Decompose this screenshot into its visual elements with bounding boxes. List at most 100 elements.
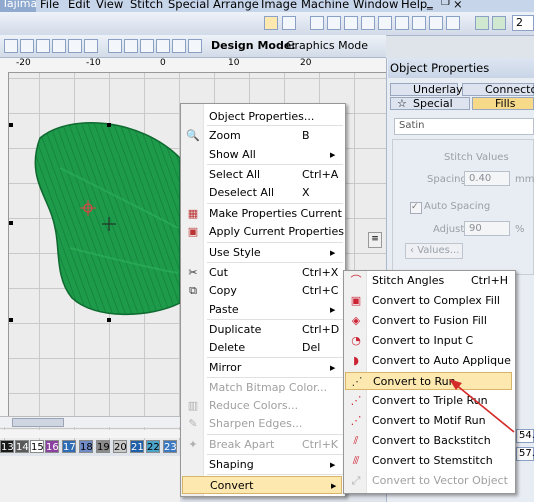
menu-help[interactable]: Help [401, 0, 427, 11]
object-properties-menu-item[interactable]: Object Properties... [182, 108, 342, 126]
delete-menu-item[interactable]: Delete Del [182, 339, 342, 357]
tool-icon[interactable] [446, 16, 460, 30]
adjust-unit: % [515, 224, 525, 235]
restore-icon[interactable]: ❐ [441, 0, 450, 8]
tab-connector[interactable]: Connector [462, 83, 534, 96]
show-all-menu-item[interactable]: Show All ▶ [182, 146, 342, 164]
auto-spacing-checkbox[interactable]: ✓ [410, 202, 422, 214]
color-chip[interactable]: 15 [30, 440, 44, 453]
color-chip[interactable]: 17 [62, 440, 76, 453]
menu-separator [207, 262, 343, 263]
convert-to-auto-applique-menu-item[interactable]: ◗ Convert to Auto Applique [345, 352, 512, 370]
complex-fill-icon: ▣ [350, 294, 362, 307]
duplicate-menu-item[interactable]: Duplicate Ctrl+D [182, 321, 342, 339]
menu-item-label: Convert to Vector Object [372, 474, 508, 487]
fill-type-dropdown[interactable]: Satin [394, 118, 534, 135]
tool-icon[interactable] [20, 39, 34, 53]
color-chip[interactable]: 13 [0, 440, 14, 453]
color-chip[interactable]: 20 [113, 440, 127, 453]
tool-icon[interactable] [429, 16, 443, 30]
apply-current-properties-menu-item[interactable]: ▣ Apply Current Properties [182, 223, 344, 241]
tool-icon[interactable] [156, 39, 170, 53]
color-palette: 13 14 15 16 17 18 19 20 21 22 23 [0, 440, 190, 454]
deselect-all-menu-item[interactable]: Deselect All X [182, 184, 342, 202]
tab-fills[interactable]: Fills [472, 97, 534, 110]
menu-view[interactable]: View [96, 0, 123, 11]
menu-stitch[interactable]: Stitch [130, 0, 163, 11]
use-style-menu-item[interactable]: Use Style ▶ [182, 244, 342, 262]
tool-icon[interactable] [327, 16, 341, 30]
copy-menu-item[interactable]: ⧉ Copy Ctrl+C [182, 282, 342, 300]
stitch-angles-menu-item[interactable]: ⌒ Stitch Angles Ctrl+H [345, 272, 512, 290]
tab-special[interactable]: ☆ Special [390, 97, 470, 110]
tool-icon[interactable] [108, 39, 122, 53]
menu-separator [207, 203, 343, 204]
tool-icon[interactable] [412, 16, 426, 30]
grid-icon[interactable] [475, 16, 489, 30]
counter-field[interactable]: 2 [512, 15, 534, 31]
color-chip[interactable]: 23 [163, 440, 177, 453]
menu-arrange[interactable]: Arrange [213, 0, 259, 11]
tool-icon[interactable] [282, 16, 296, 30]
tool-icon[interactable] [361, 16, 375, 30]
convert-to-triple-run-menu-item[interactable]: ⋰ Convert to Triple Run [345, 392, 512, 410]
tool-icon[interactable] [140, 39, 154, 53]
convert-menu-item[interactable]: Convert ▶ [182, 476, 342, 494]
panel-splitter-grip[interactable]: ≡ [368, 232, 382, 248]
menu-special[interactable]: Special [168, 0, 209, 11]
values-button[interactable]: ‹ Values... [405, 243, 463, 259]
color-chip[interactable]: 18 [79, 440, 93, 453]
tool-icon[interactable] [310, 16, 324, 30]
select-all-menu-item[interactable]: Select All Ctrl+A [182, 166, 342, 184]
tool-icon[interactable] [84, 39, 98, 53]
menu-edit[interactable]: Edit [68, 0, 90, 11]
pointer-tool-icon[interactable] [264, 16, 278, 30]
convert-to-backstitch-menu-item[interactable]: ⫽ Convert to Backstitch [345, 432, 512, 450]
green-tool-icon[interactable] [492, 16, 506, 30]
convert-to-motif-run-menu-item[interactable]: ⋰ Convert to Motif Run [345, 412, 512, 430]
convert-to-run-menu-item[interactable]: ⋰ Convert to Run [345, 372, 512, 390]
tool-icon[interactable] [36, 39, 50, 53]
tool-icon[interactable] [395, 16, 409, 30]
convert-to-complex-fill-menu-item[interactable]: ▣ Convert to Complex Fill [345, 292, 512, 310]
minimize-icon[interactable]: ‗ [427, 0, 433, 10]
menu-machine[interactable]: Machine [301, 0, 349, 11]
menu-window[interactable]: Window [353, 0, 398, 11]
convert-to-input-c-menu-item[interactable]: ◔ Convert to Input C [345, 332, 512, 350]
horizontal-scrollbar[interactable] [0, 416, 180, 427]
color-chip[interactable]: 21 [130, 440, 144, 453]
cut-menu-item[interactable]: ✂ Cut Ctrl+X [182, 264, 342, 282]
tool-icon[interactable] [172, 39, 186, 53]
mirror-menu-item[interactable]: Mirror ▶ [182, 359, 342, 377]
color-chip[interactable]: 19 [96, 440, 110, 453]
tool-icon[interactable] [68, 39, 82, 53]
tool-icon[interactable] [124, 39, 138, 53]
submenu-arrow-icon: ▶ [331, 482, 337, 490]
make-properties-current-menu-item[interactable]: ▦ Make Properties Current [182, 205, 342, 223]
spacing-input[interactable]: 0.40 [464, 171, 510, 186]
paste-menu-item[interactable]: Paste ▶ [182, 301, 342, 319]
shaping-menu-item[interactable]: Shaping ▶ [182, 456, 342, 474]
tab-underlay[interactable]: Underlay [390, 83, 463, 96]
adjust-input[interactable]: 90 [464, 221, 510, 236]
menu-file[interactable]: File [40, 0, 59, 11]
values-button-label: Values... [417, 245, 460, 256]
color-chip[interactable]: 14 [15, 440, 29, 453]
color-chip[interactable]: 22 [146, 440, 160, 453]
coordinate-readout-x: 54. [516, 429, 534, 443]
menu-separator [207, 454, 343, 455]
menu-item-label: Delete [209, 341, 246, 354]
tool-icon[interactable] [188, 39, 202, 53]
close-icon[interactable]: × [453, 0, 463, 11]
tool-icon[interactable] [4, 39, 18, 53]
scrollbar-thumb[interactable] [12, 418, 64, 427]
zoom-menu-item[interactable]: 🔍 Zoom B [182, 127, 342, 145]
convert-to-stemstitch-menu-item[interactable]: ⫻ Convert to Stemstitch [345, 452, 512, 470]
convert-to-fusion-fill-menu-item[interactable]: ◈ Convert to Fusion Fill [345, 312, 512, 330]
shortcut-label: Del [302, 341, 321, 354]
menu-image[interactable]: Image [261, 0, 297, 11]
color-chip[interactable]: 16 [45, 440, 59, 453]
tool-icon[interactable] [378, 16, 392, 30]
tool-icon[interactable] [344, 16, 358, 30]
tool-icon[interactable] [52, 39, 66, 53]
